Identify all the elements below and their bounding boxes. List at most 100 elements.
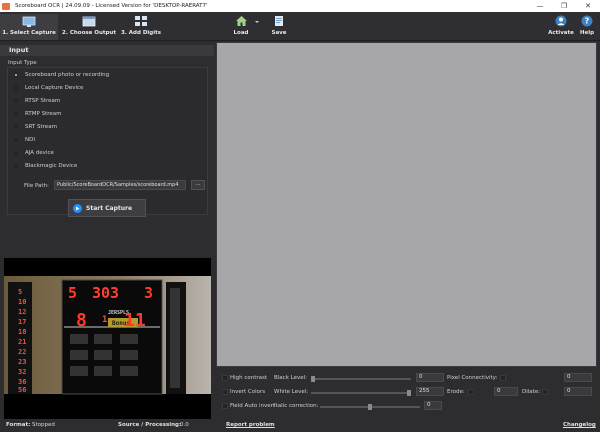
radio-aja-device[interactable]: AJA device [13,148,54,158]
minimize-button[interactable]: — [528,0,552,12]
dilate-checkbox[interactable] [542,389,548,395]
start-capture-button[interactable]: Start Capture [68,199,146,217]
score-left: 5 [68,284,77,302]
save-button[interactable]: Save [266,14,292,40]
input-type-label: Input Type [8,60,37,66]
radio-label: Blackmagic Device [25,163,78,169]
changelog-link[interactable]: Changelog [563,422,596,428]
radio-label: NDI [25,137,35,143]
radio-srt-stream[interactable]: SRT Stream [13,122,57,132]
radio-label: Local Capture Device [25,85,84,91]
user-icon [554,15,568,27]
dilate-input[interactable]: 0 [564,387,592,396]
pixel-connectivity-checkbox[interactable] [500,375,506,381]
browse-button[interactable]: ... [191,180,205,190]
black-level-slider[interactable] [311,376,411,382]
save-label: Save [271,30,287,36]
processing-value: 0.0 [180,422,189,428]
choose-output-button[interactable]: 2. Choose Output [60,14,118,40]
add-digits-button[interactable]: 3. Add Digits [118,14,164,40]
high-contrast-checkbox[interactable] [222,375,228,381]
roster-number: 18 [18,328,26,336]
radio-icon [13,163,19,169]
roster-number: 23 [18,358,26,366]
digits-grid-icon [134,15,148,27]
roster-number: 22 [18,348,26,356]
erode-label: Erode: [447,389,465,395]
file-path-input[interactable]: Public/ScoreBoardOCR/Samples/scoreboard.… [54,180,186,190]
chevron-down-icon [253,15,261,27]
white-level-input[interactable]: 255 [416,387,444,396]
radio-selected-icon [13,72,19,78]
file-path-label: File Path: [24,183,49,189]
italic-correction-input[interactable]: 0 [424,401,442,410]
report-problem-link[interactable]: Report problem [226,422,275,428]
load-button[interactable]: Load [228,14,254,40]
load-dropdown-button[interactable] [252,14,262,40]
radio-local-capture[interactable]: Local Capture Device [13,83,83,93]
load-label: Load [233,30,249,36]
home-icon [234,15,248,27]
period-display: 1 [102,315,107,325]
capture-preview: 5 10 12 17 18 21 22 23 32 36 56 5 303 3 … [4,258,211,432]
roster-number: 12 [18,308,26,316]
radio-label: Scoreboard photo or recording [25,72,110,78]
title-bar: Scoreboard OCR | 24.09.09 - Licensed Ver… [0,0,600,12]
field-auto-invert-label: Field Auto invert [230,403,276,409]
erode-input[interactable]: 0 [494,387,518,396]
fouls-left: 8 [76,310,87,331]
score-right: 3 [144,284,153,302]
roster-number: 36 [18,378,26,386]
slider-thumb[interactable] [407,390,411,396]
select-capture-label: 1. Select Capture [2,30,56,36]
input-panel: Input Input Type Scoreboard photo or rec… [0,42,214,432]
radio-blackmagic-device[interactable]: Blackmagic Device [13,161,77,171]
scoreboard-preview-image: 5 10 12 17 18 21 22 23 32 36 56 5 303 3 … [4,258,211,432]
italic-correction-label: Italic correction: [274,403,319,409]
clock-display: 303 [92,284,119,302]
help-button[interactable]: ? Help [576,14,598,40]
activate-button[interactable]: Activate [546,14,576,40]
slider-thumb[interactable] [368,404,372,410]
radio-label: AJA device [25,150,54,156]
radio-label: RTSP Stream [25,98,61,104]
italic-correction-slider[interactable] [320,404,420,410]
roster-number: 17 [18,318,26,326]
black-level-input[interactable]: 0 [416,373,444,382]
input-type-group: Scoreboard photo or recording Local Capt… [7,67,208,215]
radio-rtsp-stream[interactable]: RTSP Stream [13,96,60,106]
radio-scoreboard-photo[interactable]: Scoreboard photo or recording [13,70,109,80]
invert-colors-checkbox[interactable] [222,389,228,395]
status-bar: Format: Stopped Source / Processing: 0.0… [0,419,600,432]
slider-thumb[interactable] [311,376,315,382]
close-button[interactable]: ✕ [576,0,600,12]
radio-ndi[interactable]: NDI [13,135,35,145]
choose-output-label: 2. Choose Output [62,30,116,36]
radio-label: RTMP Stream [25,111,62,117]
white-level-label: White Level: [274,389,309,395]
processing-label: Source / Processing: [118,422,182,428]
help-icon: ? [580,15,594,27]
roster-number: 56 [18,386,26,394]
field-auto-invert-checkbox[interactable] [222,403,228,409]
ocr-canvas[interactable] [216,42,597,367]
white-level-slider[interactable] [311,390,411,396]
radio-label: SRT Stream [25,124,57,130]
erode-checkbox[interactable] [468,389,474,395]
radio-icon [13,124,19,130]
app-logo-icon [2,2,10,10]
help-label: Help [579,30,595,36]
roster-number: 21 [18,338,26,346]
input-section-header: Input [0,45,214,56]
pixel-connectivity-input[interactable]: 0 [564,373,592,382]
radio-rtmp-stream[interactable]: RTMP Stream [13,109,62,119]
maximize-button[interactable]: ❐ [552,0,576,12]
image-processing-controls: High contrast Invert Colors Field Auto i… [214,368,600,419]
select-capture-button[interactable]: 1. Select Capture [0,14,58,40]
roster-number: 10 [18,298,26,306]
dilate-label: Dilate: [522,389,541,395]
radio-icon [13,137,19,143]
window-controls: — ❐ ✕ [528,0,600,12]
window-title: Scoreboard OCR | 24.09.09 - Licensed Ver… [15,3,208,9]
play-icon [73,203,82,213]
